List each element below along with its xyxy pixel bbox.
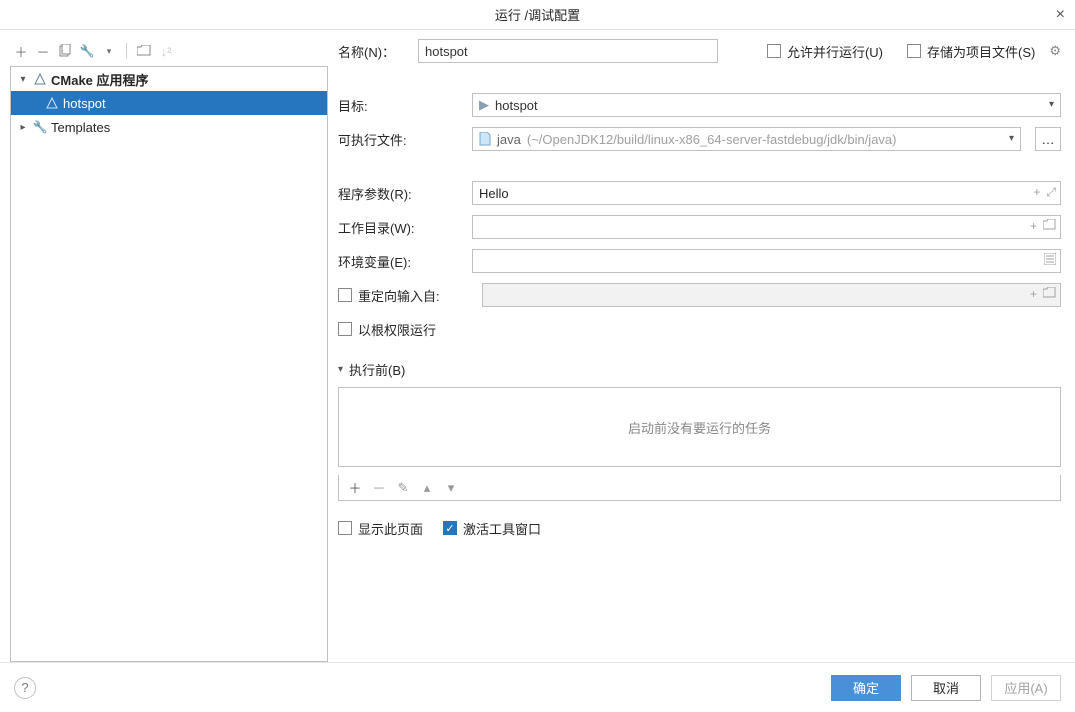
- browse-folder-icon[interactable]: [1043, 287, 1056, 301]
- ok-button[interactable]: 确定: [831, 675, 901, 701]
- redirect-input[interactable]: +: [482, 283, 1061, 307]
- store-project-checkbox[interactable]: 存储为项目文件(S): [907, 42, 1035, 61]
- config-tree[interactable]: CMake 应用程序 hotspot 🔧 Templates: [10, 66, 328, 662]
- insert-macro-icon[interactable]: +: [1030, 287, 1037, 301]
- checkbox-icon: [338, 322, 352, 336]
- before-launch-empty: 启动前没有要运行的任务: [628, 418, 771, 437]
- redirect-input-checkbox[interactable]: 重定向输入自:: [338, 286, 472, 305]
- allow-parallel-label: 允许并行运行(U): [787, 42, 883, 61]
- before-launch-header[interactable]: ▾ 执行前(B): [338, 360, 1061, 379]
- add-icon[interactable]: ＋: [12, 42, 30, 60]
- tree-item-hotspot[interactable]: hotspot: [11, 91, 327, 115]
- target-value: hotspot: [495, 98, 538, 113]
- checkbox-icon: [338, 288, 352, 302]
- apply-label: 应用(A): [1004, 678, 1047, 697]
- file-icon: [479, 132, 491, 146]
- target-label: 目标:: [338, 96, 462, 115]
- cmake-icon: [33, 72, 47, 86]
- apply-button[interactable]: 应用(A): [991, 675, 1061, 701]
- chevron-right-icon[interactable]: [17, 122, 29, 133]
- expand-icon[interactable]: ⤢: [1046, 185, 1056, 200]
- chevron-down-icon[interactable]: [17, 74, 29, 85]
- args-label: 程序参数(R):: [338, 184, 462, 203]
- env-list-icon[interactable]: [1044, 253, 1056, 265]
- config-toolbar: ＋ － 🔧 ▾ ↓²: [10, 38, 328, 66]
- show-page-checkbox[interactable]: 显示此页面: [338, 519, 423, 538]
- executable-label: 可执行文件:: [338, 130, 462, 149]
- cancel-button[interactable]: 取消: [911, 675, 981, 701]
- edit-task-icon: ✎: [395, 480, 411, 496]
- allow-parallel-checkbox[interactable]: 允许并行运行(U): [767, 42, 883, 61]
- browse-executable-button[interactable]: …: [1035, 127, 1061, 151]
- help-button[interactable]: ?: [14, 677, 36, 699]
- add-task-icon[interactable]: ＋: [347, 478, 363, 497]
- cancel-label: 取消: [933, 678, 959, 697]
- executable-select[interactable]: java (~/OpenJDK12/build/linux-x86_64-ser…: [472, 127, 1021, 151]
- folder-collapse-icon[interactable]: [135, 42, 153, 60]
- insert-macro-icon[interactable]: +: [1033, 185, 1040, 200]
- move-down-icon: ▾: [443, 480, 459, 496]
- chevron-down-icon: ▾: [338, 364, 343, 375]
- close-icon[interactable]: ×: [1056, 6, 1065, 24]
- before-launch-label: 执行前(B): [349, 360, 405, 379]
- tree-item-templates[interactable]: 🔧 Templates: [11, 115, 327, 139]
- wd-input[interactable]: +: [472, 215, 1061, 239]
- wrench-dropdown-icon[interactable]: ▾: [100, 42, 118, 60]
- run-as-root-checkbox[interactable]: 以根权限运行: [338, 320, 436, 339]
- redirect-label: 重定向输入自:: [358, 286, 440, 305]
- chevron-down-icon: ▾: [1009, 133, 1014, 144]
- target-select[interactable]: ▶ hotspot ▾: [472, 93, 1061, 117]
- remove-task-icon: －: [371, 478, 387, 497]
- store-project-label: 存储为项目文件(S): [927, 42, 1035, 61]
- checkbox-icon: [907, 44, 921, 58]
- executable-name: java: [497, 132, 521, 147]
- copy-icon[interactable]: [56, 42, 74, 60]
- titlebar: 运行 /调试配置 ×: [0, 0, 1075, 30]
- sort-icon[interactable]: ↓²: [157, 42, 175, 60]
- tree-item-cmake-apps[interactable]: CMake 应用程序: [11, 67, 327, 91]
- show-page-label: 显示此页面: [358, 519, 423, 538]
- env-label: 环境变量(E):: [338, 252, 462, 271]
- run-marker-icon: ▶: [479, 97, 489, 113]
- checkbox-icon: [338, 521, 352, 535]
- gear-icon[interactable]: ⚙: [1049, 43, 1061, 59]
- name-label: 名称(N)：: [338, 42, 408, 61]
- activate-tool-label: 激活工具窗口: [463, 519, 541, 538]
- root-label: 以根权限运行: [358, 320, 436, 339]
- toolbar-separator: [126, 43, 127, 59]
- wd-label: 工作目录(W):: [338, 218, 462, 237]
- ok-label: 确定: [853, 678, 879, 697]
- before-launch-tasks: 启动前没有要运行的任务: [338, 387, 1061, 467]
- name-input[interactable]: hotspot: [418, 39, 718, 63]
- args-value: Hello: [479, 186, 509, 201]
- insert-macro-icon[interactable]: +: [1030, 219, 1037, 233]
- wrench-icon: 🔧: [33, 120, 47, 134]
- args-input[interactable]: Hello + ⤢: [472, 181, 1061, 205]
- tree-label: CMake 应用程序: [51, 70, 149, 89]
- move-up-icon: ▴: [419, 480, 435, 496]
- before-launch-toolbar: ＋ － ✎ ▴ ▾: [338, 475, 1061, 501]
- tree-label: hotspot: [63, 96, 106, 111]
- dialog-title: 运行 /调试配置: [495, 5, 580, 24]
- checkbox-icon: [767, 44, 781, 58]
- tree-label: Templates: [51, 120, 110, 135]
- activate-tool-checkbox[interactable]: ✓ 激活工具窗口: [443, 519, 541, 538]
- browse-folder-icon[interactable]: [1043, 219, 1056, 233]
- wrench-icon[interactable]: 🔧: [78, 42, 96, 60]
- chevron-down-icon: ▾: [1049, 99, 1054, 110]
- remove-icon[interactable]: －: [34, 42, 52, 60]
- name-input-value: hotspot: [425, 44, 468, 59]
- executable-path: (~/OpenJDK12/build/linux-x86_64-server-f…: [527, 132, 897, 147]
- cmake-icon: [45, 96, 59, 110]
- checkbox-checked-icon: ✓: [443, 521, 457, 535]
- env-input[interactable]: [472, 249, 1061, 273]
